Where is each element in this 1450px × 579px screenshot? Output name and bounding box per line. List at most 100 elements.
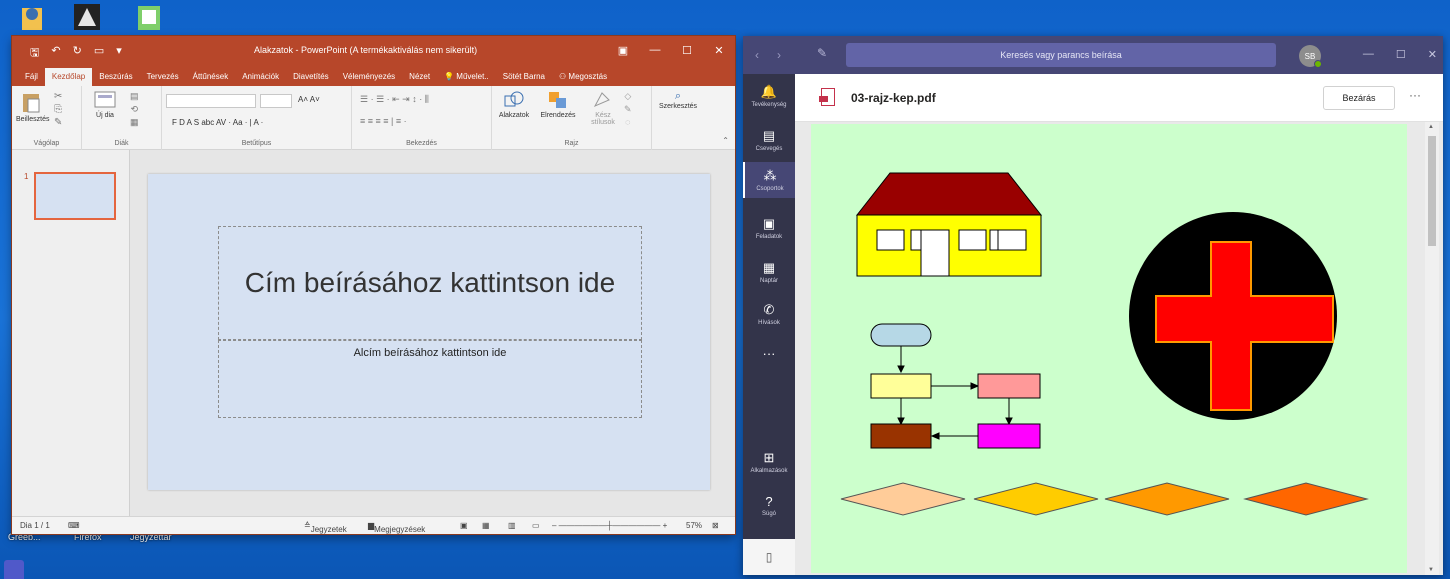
redo-icon[interactable]: ↻ [73, 44, 82, 63]
minimize-button[interactable]: — [1363, 48, 1374, 61]
tab-slideshow[interactable]: Diavetítés [286, 68, 336, 86]
font-name-input[interactable] [166, 94, 256, 108]
rail-item-help[interactable]: ? Súgó [743, 494, 795, 517]
more-icon: ··· [762, 346, 776, 361]
rail-label-calls: Hívások [758, 320, 780, 326]
editing-button[interactable]: ⌕ Szerkesztés [656, 90, 700, 110]
tab-review[interactable]: Véleményezés [336, 68, 402, 86]
slide-thumbnail[interactable] [34, 172, 116, 220]
house-window [876, 229, 905, 251]
rail-item-teams[interactable]: ⁂ Csoportok [743, 162, 795, 198]
forward-icon[interactable]: › [777, 48, 781, 62]
rail-item-assignments[interactable]: ▣ Feladatok [743, 216, 795, 240]
desktop-icon-user[interactable] [18, 2, 46, 32]
avatar-initials: SB [1304, 51, 1316, 61]
close-button[interactable]: ✕ [1428, 48, 1437, 61]
close-file-button[interactable]: Bezárás [1323, 86, 1395, 110]
tab-tell-me[interactable]: 💡 Művelet.. [437, 68, 496, 86]
shapes-icon [504, 91, 524, 107]
ribbon-display-icon[interactable]: ▣ [607, 36, 639, 64]
tab-file[interactable]: Fájl [18, 68, 45, 86]
rail-item-chat[interactable]: ▤ Csevegés [743, 128, 795, 152]
desktop-icon-app[interactable] [72, 0, 102, 32]
clipboard-group-label: Vágólap [33, 140, 60, 147]
scroll-up-icon[interactable]: ▲ [1428, 124, 1434, 130]
notes-button[interactable]: ≙ Jegyzetek [304, 521, 347, 534]
house-roof [855, 172, 1043, 216]
shape-format-buttons[interactable]: ◇ ✎ ◌ [624, 90, 632, 129]
close-button[interactable]: ✕ [703, 36, 735, 64]
rail-item-calendar[interactable]: ▦ Naptár [743, 260, 795, 284]
tab-animations[interactable]: Animációk [235, 68, 286, 86]
teams-icon: ⁂ [763, 168, 777, 183]
list-buttons[interactable]: ☰ · ☰ · ⇤ ⇥ ↕ · ⫼ [360, 94, 429, 105]
spellcheck-icon[interactable]: ⌨ [68, 521, 80, 530]
undo-icon[interactable]: ↶ [51, 44, 60, 63]
zoom-slider[interactable]: – ——————┼—————— + [552, 521, 667, 530]
start-slideshow-icon[interactable]: ▭ [94, 44, 104, 63]
maximize-button[interactable]: ☐ [671, 36, 703, 64]
font-size-input[interactable] [260, 94, 292, 108]
clipboard-small-buttons[interactable]: ✂ ⎘ ✎ [54, 90, 62, 129]
compose-icon[interactable]: ✎ [817, 46, 827, 60]
tab-transitions[interactable]: Áttűnések [186, 68, 236, 86]
rail-item-more[interactable]: ··· [743, 346, 795, 363]
paste-button[interactable]: Beillesztés [16, 90, 49, 123]
slide-sorter-icon[interactable]: ▦ [482, 521, 490, 530]
flowchart-step-3 [870, 423, 932, 449]
tab-design[interactable]: Tervezés [140, 68, 186, 86]
rail-item-activity[interactable]: 🔔 Tevékenység [743, 84, 795, 108]
zoom-level[interactable]: 57% [686, 521, 702, 530]
avatar[interactable]: SB [1299, 45, 1322, 68]
font-size-buttons[interactable]: A˄ A˅ [298, 95, 320, 104]
thumbnail-number: 1 [24, 172, 29, 181]
rail-item-apps[interactable]: ⊞ Alkalmazások [743, 450, 795, 474]
group-editing: ⌕ Szerkesztés [652, 86, 704, 150]
font-format-buttons[interactable]: F D A S abc AV · Aa · | A · [172, 118, 263, 127]
slideshow-view-icon[interactable]: ▭ [532, 521, 540, 530]
quick-styles-button[interactable]: Kész stílusok [586, 90, 620, 126]
subtitle-placeholder[interactable]: Alcím beírásához kattintson ide [218, 340, 642, 418]
paragraph-group-label: Bekezdés [406, 140, 437, 147]
taskbar-teams-icon[interactable] [4, 560, 24, 579]
comments-button[interactable]: ▆ Megjegyzések [368, 521, 425, 534]
vertical-scrollbar[interactable]: ▲ ▼ [1425, 122, 1439, 575]
fit-to-window-icon[interactable]: ⊠ [712, 521, 719, 530]
search-input[interactable]: Keresés vagy parancs beírása [846, 43, 1276, 67]
reading-view-icon[interactable]: ▥ [508, 521, 516, 530]
arrange-button[interactable]: Elrendezés [538, 90, 578, 119]
device-icon[interactable]: ▯ [743, 539, 795, 575]
more-options-icon[interactable]: ··· [1409, 88, 1421, 102]
minimize-button[interactable]: — [639, 36, 671, 64]
align-buttons[interactable]: ≡ ≡ ≡ ≡ | ≡ · [360, 116, 407, 126]
arrange-icon [549, 92, 566, 108]
tab-insert[interactable]: Beszúrás [92, 68, 139, 86]
slide[interactable]: Cím beírásához kattintson ide Alcím beír… [148, 174, 710, 490]
group-drawing: Alakzatok Elrendezés Kész stílusok ◇ ✎ ◌ R… [492, 86, 652, 150]
tab-view[interactable]: Nézet [402, 68, 437, 86]
title-placeholder[interactable]: Cím beírásához kattintson ide [218, 226, 642, 340]
tell-me-label: Művelet.. [456, 72, 489, 81]
phone-icon: ✆ [763, 302, 775, 317]
shapes-button[interactable]: Alakzatok [494, 90, 534, 119]
collapse-ribbon-icon[interactable]: ⌃ [722, 136, 729, 145]
rail-item-calls[interactable]: ✆ Hívások [743, 302, 795, 326]
flowchart-arrowhead [897, 365, 905, 374]
scrollbar-thumb[interactable] [1428, 136, 1436, 246]
normal-view-icon[interactable]: ▣ [460, 521, 468, 530]
maximize-button[interactable]: ☐ [1396, 48, 1406, 61]
account-name[interactable]: Sötét Barna [496, 68, 552, 86]
diamond-row [840, 482, 1369, 516]
new-slide-button[interactable]: Új dia [90, 90, 120, 119]
customize-qat-icon[interactable]: ▾ [116, 44, 122, 63]
tab-home[interactable]: Kezdőlap [44, 68, 93, 86]
powerpoint-body: 1 Cím beírásához kattintson ide Alcím be… [12, 150, 735, 516]
back-icon[interactable]: ‹ [755, 48, 759, 62]
file-header: 03-rajz-kep.pdf Bezárás ··· [795, 74, 1443, 122]
desktop-icon-notepad[interactable] [134, 0, 164, 32]
share-button[interactable]: ⚇ Megosztás [552, 68, 614, 86]
save-icon[interactable]: 🖫 [30, 44, 39, 63]
scroll-down-icon[interactable]: ▼ [1428, 567, 1434, 573]
rail-label-help: Súgó [761, 511, 776, 517]
slide-layout-buttons[interactable]: ▤ ⟲ ▦ [130, 90, 139, 129]
